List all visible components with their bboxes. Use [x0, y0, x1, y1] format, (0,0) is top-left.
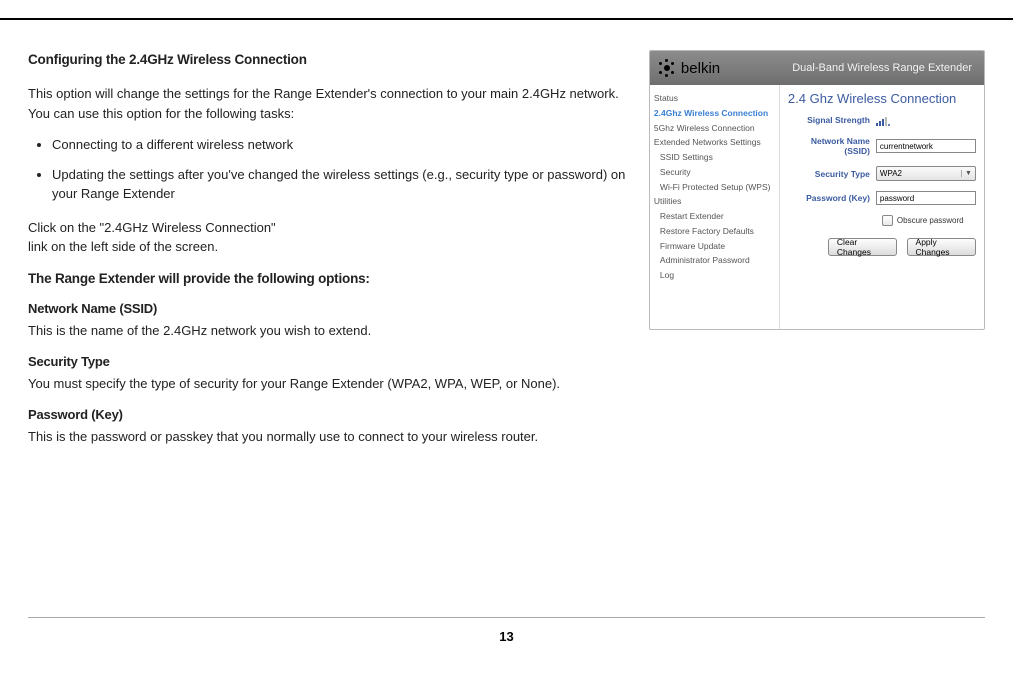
doc-text-ssid: This is the name of the 2.4GHz network y… [28, 321, 631, 341]
sidebar-item[interactable]: Administrator Password [654, 253, 775, 268]
main-pane: 2.4 Ghz Wireless Connection Signal Stren… [780, 85, 984, 329]
password-label: Password (Key) [788, 193, 876, 203]
signal-strength-label: Signal Strength [788, 115, 876, 125]
security-type-label: Security Type [788, 169, 876, 179]
security-type-value: WPA2 [880, 169, 902, 178]
sidebar-item[interactable]: Restart Extender [654, 209, 775, 224]
ssid-row: Network Name (SSID) [788, 136, 976, 156]
security-type-row: Security Type WPA2 ▼ [788, 166, 976, 181]
screenshot-panel: belkin Dual-Band Wireless Range Extender… [649, 50, 985, 330]
documentation-column: Configuring the 2.4GHz Wireless Connecti… [28, 50, 631, 458]
sidebar-item[interactable]: Wi-Fi Protected Setup (WPS) [654, 180, 775, 195]
doc-instruction: Click on the "2.4GHz Wireless Connection… [28, 218, 631, 257]
password-input[interactable] [876, 191, 976, 205]
page-content: Configuring the 2.4GHz Wireless Connecti… [0, 20, 1013, 458]
doc-heading-security: Security Type [28, 352, 631, 372]
obscure-password-row: Obscure password [882, 215, 976, 226]
button-row: Clear Changes Apply Changes [828, 238, 976, 256]
signal-strength-icon [876, 114, 976, 126]
clear-changes-button[interactable]: Clear Changes [828, 238, 897, 256]
doc-text-security: You must specify the type of security fo… [28, 374, 631, 394]
doc-heading-options: The Range Extender will provide the foll… [28, 269, 631, 289]
obscure-password-checkbox[interactable] [882, 215, 893, 226]
doc-bullet: Connecting to a different wireless netwo… [52, 135, 631, 155]
page-title: 2.4 Ghz Wireless Connection [788, 91, 976, 106]
security-type-select[interactable]: WPA2 ▼ [876, 166, 976, 181]
chevron-down-icon: ▼ [961, 170, 972, 177]
top-border [0, 0, 1013, 20]
brand-name: belkin [681, 60, 720, 77]
doc-heading-ssid: Network Name (SSID) [28, 299, 631, 319]
sidebar-item[interactable]: Log [654, 268, 775, 283]
sidebar-item[interactable]: Firmware Update [654, 239, 775, 254]
doc-bullet-list: Connecting to a different wireless netwo… [52, 135, 631, 204]
sidebar-item[interactable]: Utilities [654, 194, 775, 209]
sidebar-item[interactable]: Restore Factory Defaults [654, 224, 775, 239]
sidebar-item[interactable]: Extended Networks Settings [654, 135, 775, 150]
sidebar-item[interactable]: 5Ghz Wireless Connection [654, 121, 775, 136]
product-title: Dual-Band Wireless Range Extender [792, 62, 976, 74]
doc-intro: This option will change the settings for… [28, 84, 631, 123]
ssid-input[interactable] [876, 139, 976, 153]
apply-changes-button[interactable]: Apply Changes [907, 238, 976, 256]
brand-logo: belkin [658, 59, 720, 77]
app-header: belkin Dual-Band Wireless Range Extender [650, 51, 984, 85]
page-number: 13 [0, 629, 1013, 644]
sidebar-item[interactable]: Security [654, 165, 775, 180]
signal-strength-row: Signal Strength [788, 114, 976, 126]
doc-heading-password: Password (Key) [28, 405, 631, 425]
doc-heading: Configuring the 2.4GHz Wireless Connecti… [28, 50, 631, 70]
doc-bullet: Updating the settings after you've chang… [52, 165, 631, 204]
sidebar-item[interactable]: 2.4Ghz Wireless Connection [654, 106, 775, 121]
sidebar-item[interactable]: Status [654, 91, 775, 106]
belkin-dots-icon [658, 59, 676, 77]
doc-text-password: This is the password or passkey that you… [28, 427, 631, 447]
sidebar-nav: Status2.4Ghz Wireless Connection5Ghz Wir… [650, 85, 780, 329]
password-row: Password (Key) [788, 191, 976, 205]
sidebar-item[interactable]: SSID Settings [654, 150, 775, 165]
footer-divider [28, 617, 985, 618]
ssid-label: Network Name (SSID) [788, 136, 876, 156]
obscure-password-label: Obscure password [897, 216, 964, 225]
